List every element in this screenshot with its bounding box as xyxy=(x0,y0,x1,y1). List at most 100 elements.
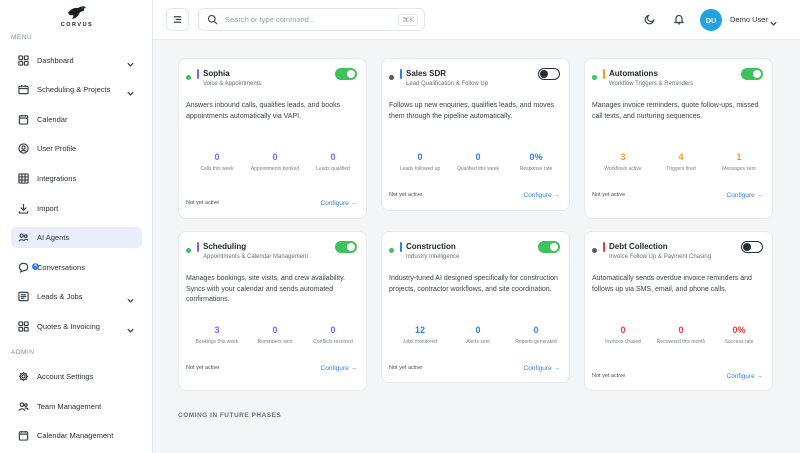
sidebar-toggle-button[interactable] xyxy=(166,8,189,31)
ai-agents-icon xyxy=(18,232,29,243)
notifications-button[interactable] xyxy=(670,10,688,28)
sidebar-item-quotes-invoicing[interactable]: Quotes & Invoicing xyxy=(11,316,142,337)
accent-bar xyxy=(603,69,605,79)
agent-toggle[interactable] xyxy=(538,68,560,80)
agent-toggle[interactable] xyxy=(335,68,357,80)
theme-toggle-button[interactable] xyxy=(641,10,659,28)
metric-label: Appointments booked xyxy=(250,166,300,172)
card-description: Automatically sends overdue invoice remi… xyxy=(592,275,752,293)
sidebar-item-label: Import xyxy=(37,204,59,213)
status-indicator xyxy=(592,75,597,80)
status-indicator xyxy=(186,248,191,253)
metric-value: 4 xyxy=(678,152,684,162)
sidebar-item-dashboard[interactable]: Dashboard xyxy=(11,50,142,71)
sidebar-item-calendar-management[interactable]: Calendar Management xyxy=(11,425,142,446)
metric-label: Leads followed up xyxy=(399,166,441,172)
metric-value: 1 xyxy=(736,152,742,162)
agent-status-text: Not yet active xyxy=(389,192,423,198)
sidebar-item-label: Account Settings xyxy=(37,372,94,381)
metric: 3 Bookings this week xyxy=(191,325,243,346)
sidebar-item-label: User Profile xyxy=(37,144,77,153)
metric: 0 Leads followed up xyxy=(394,152,446,173)
sidebar-item-ai-agents[interactable]: AI Agents xyxy=(11,227,142,248)
metric-value: 0 xyxy=(475,152,481,162)
configure-link[interactable]: Configure → xyxy=(524,365,561,372)
metric: 4 Triggers fired xyxy=(655,152,707,173)
metric-value: 0 xyxy=(272,152,278,162)
menu-section-label: MENU xyxy=(11,34,33,41)
sidebar-item-leads-jobs[interactable]: Leads & Jobs xyxy=(11,286,142,307)
configure-link[interactable]: Configure → xyxy=(321,200,358,207)
metric-value: 0 xyxy=(620,325,626,335)
metric-label: Triggers fired xyxy=(666,166,696,172)
metric-label: Alerts sent xyxy=(466,339,490,345)
card-title: Sales SDR xyxy=(406,69,447,78)
sidebar-item-conversations[interactable]: 4 Conversations xyxy=(11,257,142,278)
card-subtitle: Workflow Triggers & Reminders xyxy=(609,81,694,87)
metric-label: Leads qualified xyxy=(316,166,350,172)
sidebar-item-account-settings[interactable]: Account Settings xyxy=(11,366,142,387)
sidebar-item-calendar[interactable]: Calendar xyxy=(11,109,142,130)
accent-bar xyxy=(197,69,199,79)
admin-section-label: ADMIN xyxy=(11,349,35,356)
sidebar-item-label: Calendar xyxy=(37,115,68,124)
calendar-icon xyxy=(18,430,29,441)
metric-value: 0 xyxy=(330,325,336,335)
metric-value: 0 xyxy=(272,325,278,335)
metric-value: 12 xyxy=(414,325,425,335)
sidebar-item-label: Leads & Jobs xyxy=(37,292,83,301)
metric-value: 0 xyxy=(678,325,684,335)
metric: 0% Success rate xyxy=(713,325,765,346)
sidebar-item-scheduling-projects[interactable]: Scheduling & Projects xyxy=(11,79,142,100)
grid-icon xyxy=(18,321,29,332)
agent-status-text: Not yet active xyxy=(186,200,220,206)
bell-icon xyxy=(673,14,685,25)
sidebar-item-integrations[interactable]: Integrations xyxy=(11,168,142,189)
sidebar-item-label: Scheduling & Projects xyxy=(37,85,111,94)
metric-label: Qualified this week xyxy=(457,166,499,172)
metric-label: Invoices chased xyxy=(605,339,641,345)
sidebar-item-import[interactable]: Import xyxy=(11,198,142,219)
sidebar: CORVUS MENU Dashboard Scheduling & Proje… xyxy=(0,0,153,453)
metric-label: Bookings this week xyxy=(195,339,239,345)
search-box[interactable]: ⌘K xyxy=(198,8,425,31)
metric: 0 Reports generated xyxy=(510,325,562,346)
agent-status-text: Not yet active xyxy=(389,365,423,371)
brand-logo[interactable]: CORVUS xyxy=(55,3,99,31)
metric-label: Calls this week xyxy=(200,166,234,172)
sidebar-item-label: Quotes & Invoicing xyxy=(37,322,100,331)
metric-value: 0% xyxy=(732,325,746,335)
configure-link[interactable]: Configure → xyxy=(321,365,358,372)
configure-link[interactable]: Configure → xyxy=(524,192,561,199)
sidebar-item-label: Team Management xyxy=(37,402,102,411)
sidebar-item-team-management[interactable]: Team Management xyxy=(11,396,142,417)
agent-toggle[interactable] xyxy=(538,241,560,253)
agent-toggle[interactable] xyxy=(741,241,763,253)
metric-value: 0 xyxy=(330,152,336,162)
users-icon xyxy=(18,401,29,412)
metric-label: Messages sent xyxy=(722,166,756,172)
accent-bar xyxy=(603,242,605,252)
configure-link[interactable]: Configure → xyxy=(727,192,764,199)
agent-card-debt-collection: Debt Collection Invoice Follow Up & Paym… xyxy=(584,231,773,391)
sidebar-item-user-profile[interactable]: User Profile xyxy=(11,138,142,159)
agent-toggle[interactable] xyxy=(741,68,763,80)
chevron-down-icon[interactable] xyxy=(769,15,778,26)
sidebar-item-label: AI Agents xyxy=(37,233,70,242)
calendar-icon xyxy=(18,114,29,125)
user-name[interactable]: Demo User xyxy=(730,15,768,24)
metric: 0 Qualified this week xyxy=(452,152,504,173)
search-input[interactable] xyxy=(225,15,395,24)
chevron-down-icon xyxy=(126,85,135,96)
metric-value: 0 xyxy=(475,325,481,335)
metric-label: Reports generated xyxy=(515,339,557,345)
menu-icon xyxy=(173,16,182,23)
agent-toggle[interactable] xyxy=(335,241,357,253)
metric: 0% Response rate xyxy=(510,152,562,173)
card-description: Manages invoice reminders, quote follow-… xyxy=(592,102,759,120)
agent-card-scheduling: Scheduling Appointments & Calendar Manag… xyxy=(178,231,367,391)
configure-link[interactable]: Configure → xyxy=(727,373,764,380)
avatar[interactable]: DU xyxy=(700,9,722,31)
agent-card-automations: Automations Workflow Triggers & Reminder… xyxy=(584,58,773,219)
notification-badge: 4 xyxy=(32,263,39,270)
